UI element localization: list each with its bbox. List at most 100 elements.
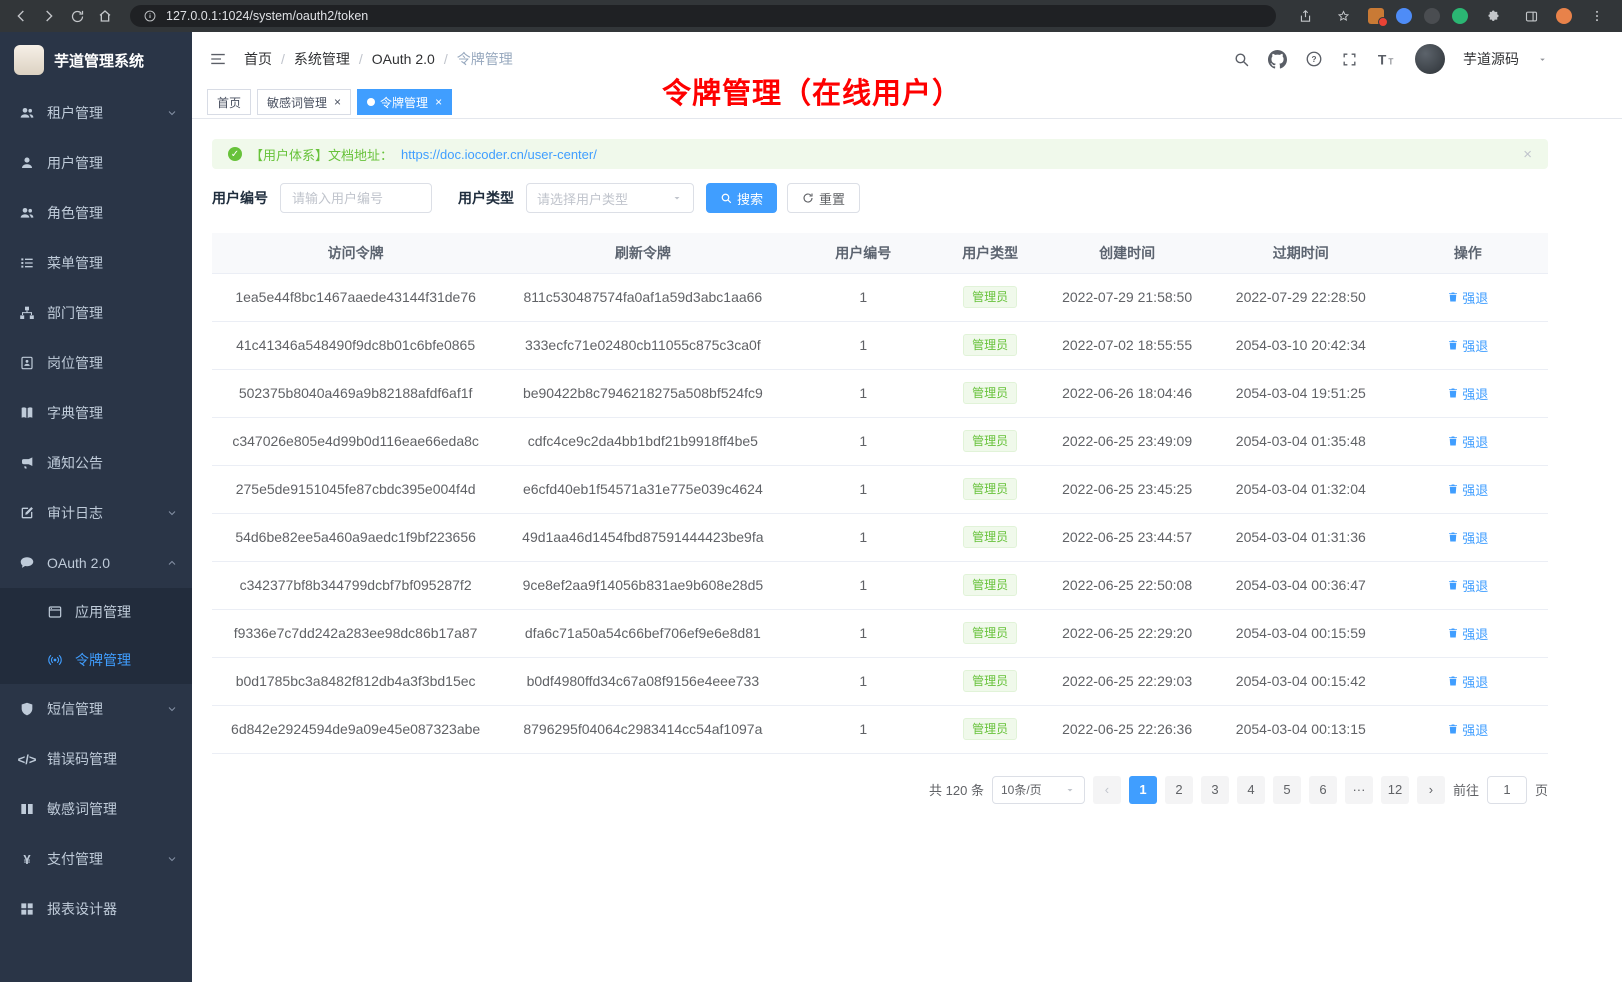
sidebar-item-sms[interactable]: 短信管理 [0,684,192,734]
green-extension-icon[interactable] [1452,8,1468,24]
bookmark-star-icon[interactable] [1330,3,1356,29]
help-icon[interactable]: ? [1305,50,1323,68]
sidebar-item-menu[interactable]: 菜单管理 [0,238,192,288]
expire-time-cell: 2054-03-10 20:42:34 [1214,321,1388,369]
tab-token-management[interactable]: 令牌管理 × [357,89,452,115]
force-logout-button[interactable]: 强退 [1447,672,1488,691]
sidebar-item-label: 字典管理 [47,403,178,423]
force-logout-label: 强退 [1462,480,1488,499]
app-logo[interactable]: 芋道管理系统 [0,32,192,88]
sidebar-item-error-code[interactable]: </> 错误码管理 [0,734,192,784]
page-button-2[interactable]: 2 [1165,776,1193,804]
force-logout-button[interactable]: 强退 [1447,528,1488,547]
close-icon[interactable]: × [334,95,341,109]
breadcrumb-system[interactable]: 系统管理 [294,49,350,69]
kebab-menu-icon[interactable] [1584,3,1610,29]
sidebar-item-oauth-app[interactable]: 应用管理 [0,588,192,636]
trash-icon [1447,675,1459,687]
tab-home[interactable]: 首页 [207,89,251,115]
user-menu-caret-icon[interactable] [1537,54,1548,65]
reload-button[interactable] [64,3,90,29]
page-button-4[interactable]: 4 [1237,776,1265,804]
alert-close-icon[interactable]: × [1523,146,1532,163]
sidebar-item-oauth-token[interactable]: 令牌管理 [0,636,192,684]
prev-page-button[interactable]: ‹ [1093,776,1121,804]
force-logout-button[interactable]: 强退 [1447,384,1488,403]
url-bar[interactable]: 127.0.0.1:1024/system/oauth2/token [130,5,1276,27]
hamburger-icon[interactable] [192,32,244,86]
force-logout-button[interactable]: 强退 [1447,576,1488,595]
goto-page-input[interactable] [1487,776,1527,804]
tab-sensitive-words[interactable]: 敏感词管理 × [257,89,351,115]
sidebar-item-dept[interactable]: 部门管理 [0,288,192,338]
created-time-cell: 2022-06-25 22:50:08 [1040,561,1214,609]
home-button[interactable] [92,3,118,29]
created-time-cell: 2022-06-25 23:49:09 [1040,417,1214,465]
forward-button[interactable] [36,3,62,29]
user-type-select[interactable]: 请选择用户类型 [526,183,694,213]
logo-avatar-icon [14,45,44,75]
username-text[interactable]: 芋道源码 [1463,49,1519,69]
force-logout-label: 强退 [1462,528,1488,547]
user-id-input[interactable] [280,183,432,213]
profile-avatar[interactable] [1556,8,1572,24]
search-icon[interactable] [1233,51,1250,68]
next-page-button[interactable]: › [1417,776,1445,804]
page-ellipsis-button[interactable]: ··· [1345,776,1373,804]
sidebar-item-tenant[interactable]: 租户管理 [0,88,192,138]
sidebar-item-role[interactable]: 角色管理 [0,188,192,238]
fullscreen-icon[interactable] [1341,51,1358,68]
dark-extension-icon[interactable] [1424,8,1440,24]
back-button[interactable] [8,3,34,29]
action-cell: 强退 [1388,657,1548,705]
sidebar-item-oauth[interactable]: OAuth 2.0 [0,538,192,588]
sidebar-item-sensitive-words[interactable]: 敏感词管理 [0,784,192,834]
site-info-icon[interactable] [142,8,158,24]
force-logout-label: 强退 [1462,576,1488,595]
sidebar-item-report-designer[interactable]: 报表设计器 [0,884,192,934]
close-icon[interactable]: × [435,95,442,109]
annotation-text: 令牌管理（在线用户） [662,70,962,112]
force-logout-button[interactable]: 强退 [1447,288,1488,307]
extensions-puzzle-icon[interactable] [1480,3,1506,29]
user-avatar[interactable] [1415,44,1445,74]
breadcrumb-oauth[interactable]: OAuth 2.0 [372,51,435,67]
sidebar-item-user[interactable]: 用户管理 [0,138,192,188]
force-logout-button[interactable]: 强退 [1447,720,1488,739]
user-type-cell: 管理员 [940,561,1040,609]
refresh-token-cell: be90422b8c7946218275a508bf524fc9 [499,369,786,417]
blue-extension-icon[interactable] [1396,8,1412,24]
sidebar-item-notice[interactable]: 通知公告 [0,438,192,488]
user-type-cell: 管理员 [940,321,1040,369]
search-button[interactable]: 搜索 [706,183,777,213]
page-button-6[interactable]: 6 [1309,776,1337,804]
sidebar-item-label: 租户管理 [47,103,155,123]
extension-badge-icon[interactable] [1368,8,1384,24]
doc-link[interactable]: https://doc.iocoder.cn/user-center/ [401,147,597,162]
page-size-select[interactable]: 10条/页 [992,776,1085,804]
force-logout-button[interactable]: 强退 [1447,432,1488,451]
sidebar-item-dict[interactable]: 字典管理 [0,388,192,438]
chrome-toolbar-right [1288,3,1614,29]
font-size-icon[interactable]: TT [1376,50,1397,69]
breadcrumb-separator: / [359,51,363,67]
breadcrumb-home[interactable]: 首页 [244,49,272,69]
expire-time-cell: 2054-03-04 00:15:42 [1214,657,1388,705]
share-icon[interactable] [1292,3,1318,29]
reset-button[interactable]: 重置 [787,183,860,213]
sidebar-item-pay[interactable]: ¥ 支付管理 [0,834,192,884]
table-row: 1ea5e44f8bc1467aaede43144f31de76 811c530… [212,273,1548,321]
sidebar-item-audit-log[interactable]: 审计日志 [0,488,192,538]
page-button-3[interactable]: 3 [1201,776,1229,804]
page-button-1[interactable]: 1 [1129,776,1157,804]
force-logout-button[interactable]: 强退 [1447,480,1488,499]
error-code-icon: </> [18,750,36,768]
page-button-12[interactable]: 12 [1381,776,1409,804]
force-logout-button[interactable]: 强退 [1447,624,1488,643]
force-logout-button[interactable]: 强退 [1447,336,1488,355]
github-icon[interactable] [1268,50,1287,69]
side-panel-icon[interactable] [1518,3,1544,29]
sidebar-item-post[interactable]: 岗位管理 [0,338,192,388]
page-button-5[interactable]: 5 [1273,776,1301,804]
select-caret-icon [1064,784,1076,796]
